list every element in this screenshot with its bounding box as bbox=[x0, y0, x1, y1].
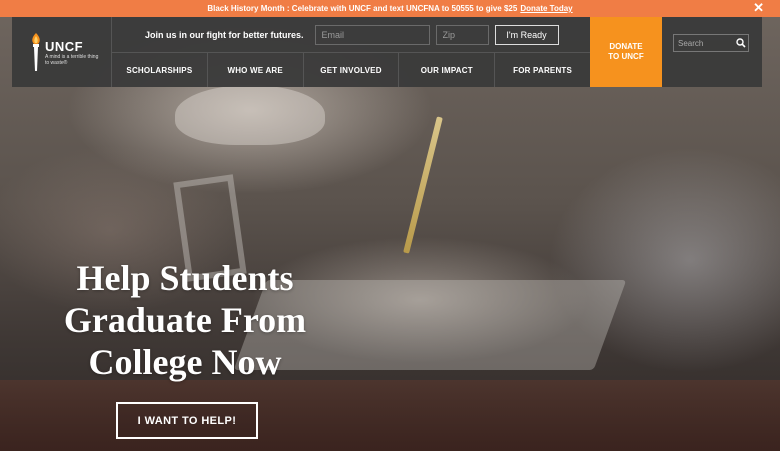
site-header: UNCF A mind is a terrible thing to waste… bbox=[12, 17, 762, 87]
logo-tagline: A mind is a terrible thing to waste® bbox=[45, 53, 99, 66]
lamp-shade bbox=[175, 85, 325, 145]
signup-form: Join us in our fight for better futures.… bbox=[112, 17, 590, 53]
email-field[interactable] bbox=[314, 24, 430, 45]
im-ready-button[interactable]: I'm Ready bbox=[494, 24, 559, 45]
i-want-to-help-button[interactable]: I WANT TO HELP! bbox=[116, 402, 258, 439]
nav-item-our-impact[interactable]: OUR IMPACT bbox=[399, 53, 496, 87]
nav-item-get-involved[interactable]: GET INVOLVED bbox=[304, 53, 400, 87]
announcement-bar: Black History Month : Celebrate with UNC… bbox=[0, 0, 780, 17]
nav-item-scholarships[interactable]: SCHOLARSHIPS bbox=[112, 53, 208, 87]
search-area bbox=[662, 17, 762, 87]
header-center: Join us in our fight for better futures.… bbox=[112, 17, 590, 87]
main-nav: SCHOLARSHIPS WHO WE ARE GET INVOLVED OUR… bbox=[112, 53, 590, 87]
nav-item-who-we-are[interactable]: WHO WE ARE bbox=[208, 53, 304, 87]
nav-item-for-parents[interactable]: FOR PARENTS bbox=[495, 53, 590, 87]
zip-field[interactable] bbox=[435, 24, 489, 45]
search-icon[interactable] bbox=[736, 38, 746, 48]
donate-label-line2: TO UNCF bbox=[608, 52, 644, 61]
logo[interactable]: UNCF A mind is a terrible thing to waste… bbox=[12, 17, 112, 87]
donate-today-link[interactable]: Donate Today bbox=[520, 4, 572, 13]
hero-title: Help Students Graduate From College Now bbox=[63, 258, 307, 382]
signup-text: Join us in our fight for better futures. bbox=[145, 29, 304, 40]
donate-label-line1: DONATE bbox=[609, 42, 643, 51]
pencil bbox=[403, 116, 443, 254]
announcement-text: Black History Month : Celebrate with UNC… bbox=[207, 4, 518, 13]
donate-button[interactable]: DONATE TO UNCF bbox=[590, 17, 662, 87]
search-input[interactable] bbox=[678, 38, 734, 48]
close-icon[interactable]: ✕ bbox=[753, 1, 764, 15]
logo-name: UNCF bbox=[45, 38, 84, 54]
torch-icon bbox=[30, 33, 42, 71]
search-box bbox=[673, 34, 749, 52]
